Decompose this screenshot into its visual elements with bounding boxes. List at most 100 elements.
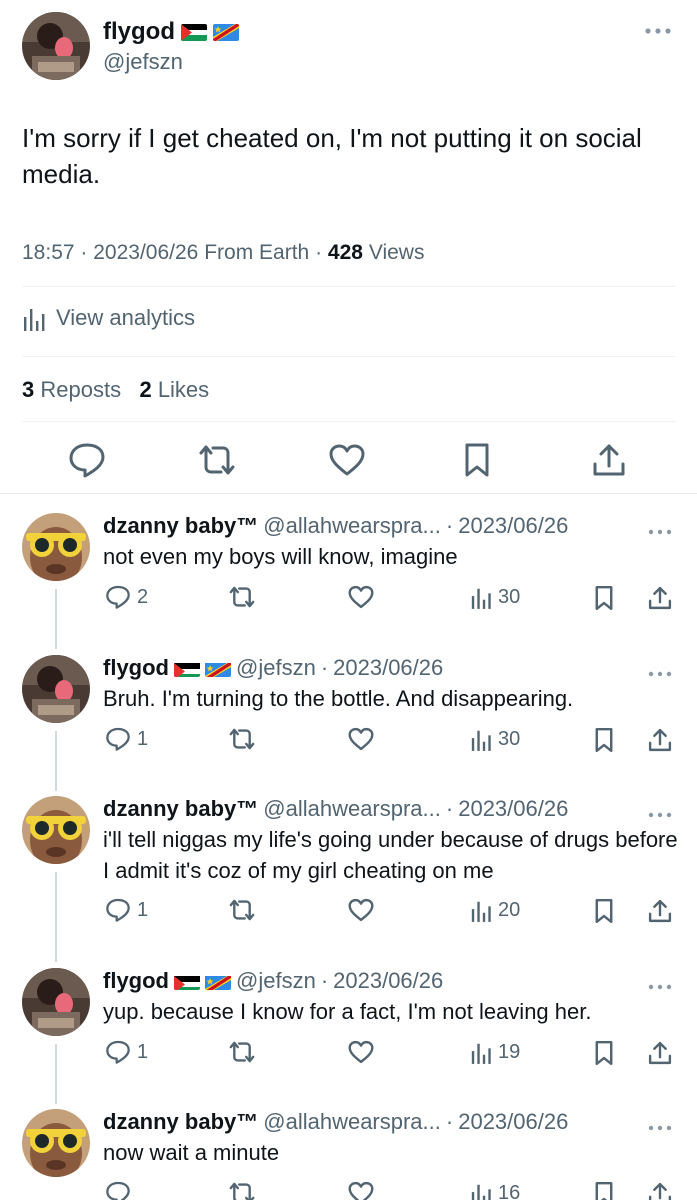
likes-link[interactable]: 2 Likes — [139, 377, 209, 402]
reply-button[interactable]: 1 — [105, 727, 148, 751]
view-analytics-button[interactable]: View analytics — [22, 305, 195, 331]
reply-button[interactable]: 2 — [105, 585, 148, 609]
avatar[interactable] — [22, 513, 90, 581]
author-name[interactable]: dzanny baby™ — [103, 513, 258, 539]
avatar[interactable] — [22, 968, 90, 1036]
share-button[interactable] — [648, 1040, 672, 1066]
share-button[interactable] — [648, 1181, 672, 1200]
reply-action-bar: 16 — [0, 1181, 697, 1200]
author-handle[interactable]: @allahwearspra... — [263, 796, 441, 822]
bookmark-icon[interactable] — [457, 440, 497, 480]
author-name[interactable]: flygod — [103, 655, 169, 681]
bookmark-button[interactable] — [593, 1040, 615, 1066]
reply-icon — [105, 898, 131, 922]
avatar[interactable] — [22, 796, 90, 864]
reply-tweet[interactable]: flygod @jefszn · 2023/06/26 yup. because… — [0, 968, 697, 1104]
like-button[interactable] — [347, 898, 381, 922]
reply-date[interactable]: 2023/06/26 — [458, 1109, 568, 1135]
views-icon — [470, 585, 492, 609]
views-button[interactable]: 30 — [470, 585, 520, 609]
like-button[interactable] — [347, 727, 381, 751]
reposts-link[interactable]: 3 Reposts — [22, 377, 121, 402]
separator: · — [445, 513, 454, 538]
bookmark-button[interactable] — [593, 727, 615, 753]
share-button[interactable] — [648, 585, 672, 611]
views-button[interactable]: 20 — [470, 898, 520, 922]
palestine-flag-icon — [174, 973, 200, 990]
share-button[interactable] — [648, 898, 672, 924]
repost-icon — [228, 1181, 256, 1200]
more-options-icon[interactable] — [648, 1118, 672, 1136]
reply-tweet[interactable]: dzanny baby™ @allahwearspra... · 2023/06… — [0, 513, 697, 649]
avatar[interactable] — [22, 1109, 90, 1177]
reply-action-bar: 2 30 — [0, 585, 697, 615]
author-name[interactable]: flygod — [103, 968, 169, 994]
author-handle[interactable]: @jefszn — [236, 655, 316, 681]
dr-congo-flag-icon — [205, 660, 231, 677]
views-icon — [470, 1181, 492, 1200]
views-button[interactable]: 19 — [470, 1040, 520, 1064]
more-options-icon[interactable] — [648, 805, 672, 823]
share-icon[interactable] — [589, 440, 629, 480]
repost-button[interactable] — [228, 727, 262, 751]
reply-icon[interactable] — [67, 440, 107, 480]
reply-date[interactable]: 2023/06/26 — [333, 655, 443, 681]
repost-icon[interactable] — [197, 440, 237, 480]
share-button[interactable] — [648, 727, 672, 753]
author-handle[interactable]: @allahwearspra... — [263, 1109, 441, 1135]
tweet-meta: 18:57 · 2023/06/26 From Earth · 428 View… — [22, 241, 424, 265]
repost-button[interactable] — [228, 585, 262, 609]
more-options-icon[interactable] — [644, 22, 672, 40]
reply-tweet[interactable]: flygod @jefszn · 2023/06/26 Bruh. I'm tu… — [0, 655, 697, 791]
repost-button[interactable] — [228, 1181, 262, 1200]
views-count: 19 — [498, 1040, 521, 1063]
divider — [22, 286, 676, 287]
like-button[interactable] — [347, 1181, 381, 1200]
avatar[interactable] — [22, 12, 90, 80]
reply-count: 2 — [137, 585, 149, 608]
reply-tweet[interactable]: dzanny baby™ @allahwearspra... · 2023/06… — [0, 1109, 697, 1200]
bookmark-button[interactable] — [593, 585, 615, 611]
more-options-icon[interactable] — [648, 664, 672, 682]
repost-button[interactable] — [228, 1040, 262, 1064]
reply-button[interactable] — [105, 1181, 137, 1200]
repost-button[interactable] — [228, 898, 262, 922]
more-options-icon[interactable] — [648, 977, 672, 995]
like-icon — [347, 585, 375, 609]
bookmark-button[interactable] — [593, 1181, 615, 1200]
author-handle[interactable]: @jefszn — [103, 49, 183, 75]
reply-button[interactable]: 1 — [105, 1040, 148, 1064]
reply-action-bar: 1 20 — [0, 898, 697, 928]
reply-text: now wait a minute — [103, 1140, 280, 1165]
share-icon — [648, 1040, 672, 1066]
likes-label: Likes — [157, 377, 210, 402]
tweet-time[interactable]: 18:57 — [22, 241, 75, 264]
more-options-icon[interactable] — [648, 522, 672, 540]
separator: · — [320, 968, 329, 993]
reply-text: not even my boys will know, imagine — [103, 544, 458, 569]
reply-date[interactable]: 2023/06/26 — [333, 968, 443, 994]
reply-date[interactable]: 2023/06/26 — [458, 796, 568, 822]
bookmark-button[interactable] — [593, 898, 615, 924]
author-name[interactable]: dzanny baby™ — [103, 796, 258, 822]
reply-count: 1 — [137, 727, 149, 750]
author-name[interactable]: dzanny baby™ — [103, 1109, 258, 1135]
avatar[interactable] — [22, 655, 90, 723]
like-button[interactable] — [347, 585, 381, 609]
reply-button[interactable]: 1 — [105, 898, 148, 922]
reply-date[interactable]: 2023/06/26 — [458, 513, 568, 539]
views-button[interactable]: 16 — [470, 1181, 520, 1200]
author-handle[interactable]: @jefszn — [236, 968, 316, 994]
like-icon[interactable] — [327, 440, 367, 480]
reply-count: 1 — [137, 1040, 149, 1063]
like-button[interactable] — [347, 1040, 381, 1064]
reply-tweet[interactable]: dzanny baby™ @allahwearspra... · 2023/06… — [0, 796, 697, 962]
tweet-date[interactable]: 2023/06/26 — [93, 241, 198, 264]
views-button[interactable]: 30 — [470, 727, 520, 751]
palestine-flag-icon — [181, 23, 207, 41]
author-handle[interactable]: @allahwearspra... — [263, 513, 441, 539]
reply-count: 1 — [137, 898, 149, 921]
author-name-row[interactable]: flygod — [103, 18, 239, 46]
author-name[interactable]: flygod — [103, 18, 175, 46]
share-icon — [648, 727, 672, 753]
